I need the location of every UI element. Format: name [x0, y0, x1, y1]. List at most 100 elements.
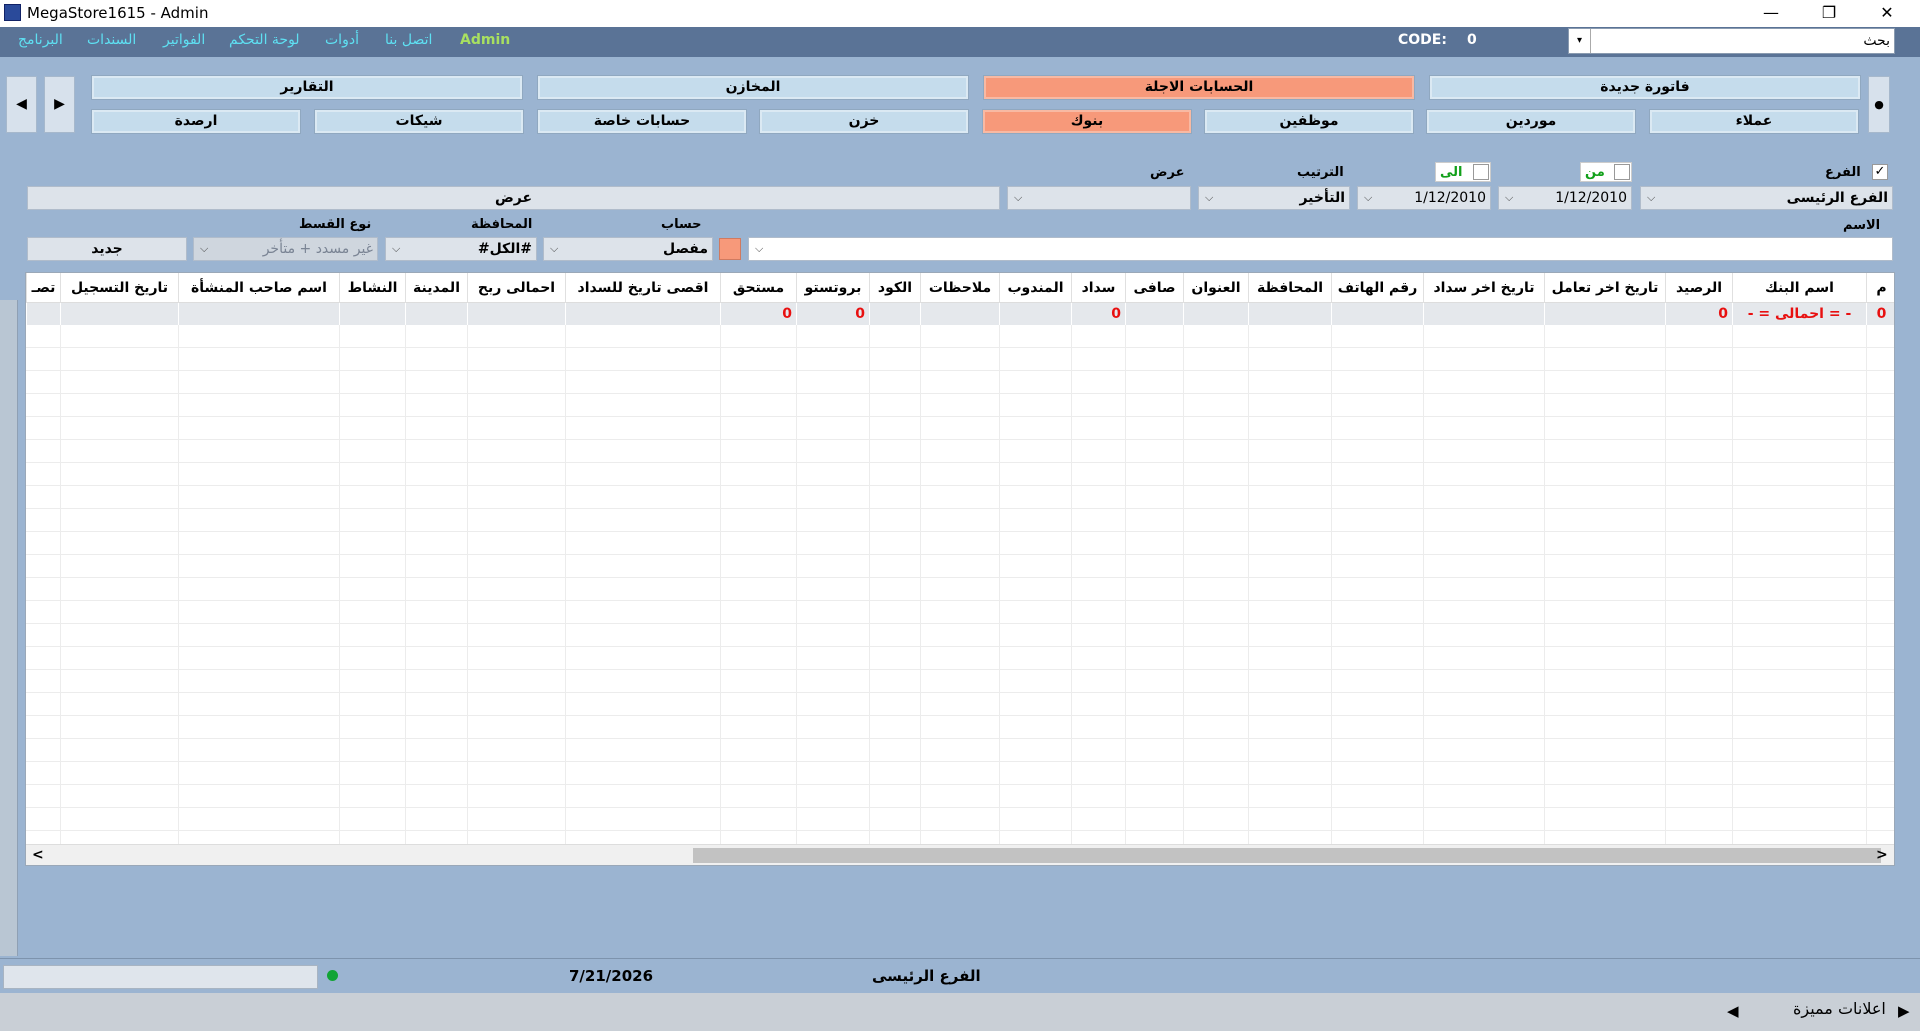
view-label: عرض — [1150, 165, 1185, 180]
menu-admin[interactable]: Admin — [460, 32, 510, 48]
to-date-value: 1/12/2010 — [1414, 190, 1486, 206]
search-text: بحث — [1863, 33, 1890, 49]
chevron-down-icon: ⌵ — [1364, 191, 1373, 204]
nav-deferred-accounts[interactable]: الحسابات الاجلة — [983, 75, 1415, 100]
grid-col-line — [1544, 325, 1545, 844]
app-icon — [4, 4, 21, 21]
grid-col-line — [565, 325, 566, 844]
view-button[interactable]: عرض — [27, 186, 1000, 210]
grid-row-line — [26, 508, 1894, 509]
grid-lines — [26, 273, 1894, 844]
next-arrow-icon[interactable]: ▶ — [44, 76, 75, 133]
new-button[interactable]: جديد — [27, 237, 187, 261]
horizontal-scrollbar[interactable]: < > — [26, 844, 1894, 865]
restore-button[interactable]: ❐ — [1806, 0, 1852, 27]
nav-banks[interactable]: بنوك — [982, 109, 1192, 134]
grid-col-line — [796, 325, 797, 844]
menu-vouchers[interactable]: السندات — [87, 32, 136, 48]
governorate-select[interactable]: ⌵ #الكل# — [385, 237, 537, 261]
grid-col-line — [1331, 325, 1332, 844]
nav-safes[interactable]: خزن — [759, 109, 969, 134]
status-indicator-icon — [327, 970, 338, 981]
grid-col-line — [1071, 325, 1072, 844]
menu-contact[interactable]: اتصل بنا — [385, 32, 432, 48]
nav-cheques[interactable]: شيكات — [314, 109, 524, 134]
nav-warehouses[interactable]: المخازن — [537, 75, 969, 100]
ads-bar — [0, 993, 1920, 1031]
chevron-down-icon: ⌵ — [1505, 191, 1514, 204]
chevron-down-icon: ⌵ — [200, 242, 209, 255]
governorate-value: #الكل# — [477, 241, 532, 257]
menu-tools[interactable]: أدوات — [325, 32, 359, 48]
grid-row-line — [26, 416, 1894, 417]
account-select[interactable]: ⌵ مفصل — [543, 237, 713, 261]
to-label: الى — [1440, 165, 1463, 180]
menu-invoices[interactable]: الفواتير — [163, 32, 205, 48]
chevron-down-icon: ⌵ — [755, 242, 764, 255]
grid-row-line — [26, 485, 1894, 486]
window-title: MegaStore1615 - Admin — [27, 4, 209, 22]
chevron-down-icon: ⌵ — [1014, 191, 1023, 204]
title-bar: MegaStore1615 - Admin — ❐ ✕ — [0, 0, 1920, 27]
branch-checkbox[interactable]: ✓ — [1872, 164, 1888, 180]
grid-col-line — [720, 325, 721, 844]
search-combobox[interactable]: ▾ بحث — [1568, 28, 1895, 54]
scroll-left-icon[interactable]: < — [32, 847, 44, 863]
to-toggle[interactable]: الى — [1435, 162, 1491, 182]
grid-col-line — [1423, 325, 1424, 844]
grid-row-line — [26, 646, 1894, 647]
grid-col-line — [1125, 325, 1126, 844]
grid-row-line — [26, 623, 1894, 624]
nav-suppliers[interactable]: موردين — [1426, 109, 1636, 134]
account-value: مفصل — [662, 241, 708, 257]
close-button[interactable]: ✕ — [1864, 0, 1910, 27]
status-input[interactable] — [3, 965, 318, 989]
color-swatch[interactable] — [719, 238, 741, 260]
left-strip — [0, 300, 18, 956]
branch-value: الفرع الرئيسى — [1786, 190, 1888, 206]
nav-new-invoice[interactable]: فاتورة جديدة — [1429, 75, 1861, 100]
nav-private-accounts[interactable]: حسابات خاصة — [537, 109, 747, 134]
installment-value: غير مسدد + متأخر — [262, 241, 373, 257]
chevron-down-icon: ⌵ — [1647, 191, 1656, 204]
chevron-down-icon[interactable]: ▾ — [1569, 29, 1591, 53]
dot-icon[interactable]: ● — [1868, 76, 1890, 133]
code-label: CODE: — [1398, 32, 1447, 48]
grid-col-line — [405, 325, 406, 844]
nav-customers[interactable]: عملاء — [1649, 109, 1859, 134]
prev-arrow-icon[interactable]: ◀ — [6, 76, 37, 133]
ads-right-arrow-icon[interactable]: ▶ — [1898, 1002, 1910, 1020]
status-date: 7/21/2026 — [569, 967, 654, 985]
menu-program[interactable]: البرنامج — [18, 32, 63, 48]
grid-col-line — [178, 325, 179, 844]
minimize-button[interactable]: — — [1748, 0, 1794, 27]
menu-control-panel[interactable]: لوحة التحكم — [229, 32, 300, 48]
installment-label: نوع القسط — [299, 217, 372, 232]
to-date-field[interactable]: ⌵ 1/12/2010 — [1357, 186, 1491, 210]
code-value: 0 — [1467, 32, 1477, 48]
grid-col-line — [1732, 325, 1733, 844]
to-checkbox[interactable] — [1473, 164, 1489, 180]
installment-select[interactable]: ⌵ غير مسدد + متأخر — [193, 237, 378, 261]
account-label: حساب — [661, 217, 702, 232]
nav-balances[interactable]: ارصدة — [91, 109, 301, 134]
nav-employees[interactable]: موظفين — [1204, 109, 1414, 134]
branch-select[interactable]: ⌵ الفرع الرئيسى — [1640, 186, 1893, 210]
name-combobox[interactable]: ⌵ — [748, 237, 1893, 261]
from-date-field[interactable]: ⌵ 1/12/2010 — [1498, 186, 1632, 210]
nav-reports[interactable]: التقارير — [91, 75, 523, 100]
grid-col-line — [1866, 325, 1867, 844]
scroll-right-icon[interactable]: > — [1876, 847, 1888, 863]
governorate-label: المحافظة — [471, 217, 533, 232]
chevron-down-icon: ⌵ — [1205, 191, 1214, 204]
sort-value: التأخير — [1299, 190, 1345, 206]
sort-select[interactable]: ⌵ التأخير — [1198, 186, 1350, 210]
scrollbar-thumb[interactable] — [693, 848, 1881, 863]
view-select[interactable]: ⌵ — [1007, 186, 1191, 210]
from-toggle[interactable]: من — [1580, 162, 1632, 182]
from-checkbox[interactable] — [1614, 164, 1630, 180]
data-grid[interactable]: م اسم البنك الرصيد تاريخ اخر تعامل تاريخ… — [25, 272, 1895, 866]
grid-col-line — [920, 325, 921, 844]
ads-left-arrow-icon[interactable]: ◀ — [1727, 1002, 1739, 1020]
grid-col-line — [869, 325, 870, 844]
